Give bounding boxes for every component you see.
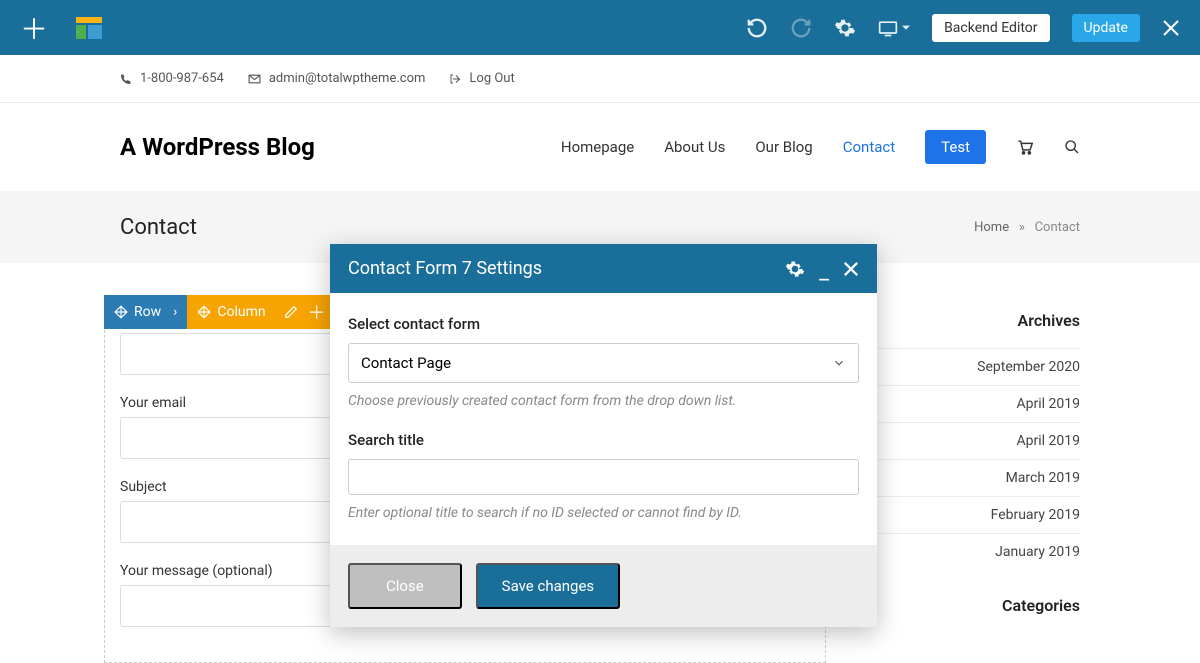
backend-editor-button[interactable]: Backend Editor	[932, 14, 1049, 42]
vc-column-actions: ＋	[276, 295, 334, 329]
modal-gear-icon[interactable]	[785, 259, 805, 279]
modal-header: Contact Form 7 Settings _	[330, 244, 877, 293]
logout-text: Log Out	[469, 71, 514, 86]
update-button[interactable]: Update	[1072, 14, 1140, 42]
search-title-input[interactable]	[348, 459, 859, 495]
gear-icon[interactable]	[834, 17, 856, 39]
archive-item[interactable]: April 2019	[850, 422, 1080, 459]
contact-form-select[interactable]: Contact Page	[348, 343, 859, 383]
site-title: A WordPress Blog	[120, 133, 315, 161]
envelope-icon	[248, 74, 261, 84]
chevron-right-icon: ›	[173, 304, 177, 320]
vc-controls: Row › Column ＋	[104, 295, 334, 329]
close-editor-icon[interactable]	[1162, 19, 1180, 37]
chevron-down-icon	[832, 356, 846, 370]
phone-text: 1-800-987-654	[140, 71, 224, 86]
select-value: Contact Page	[361, 354, 451, 372]
search-help-text: Enter optional title to search if no ID …	[348, 505, 859, 521]
archive-item[interactable]: February 2019	[850, 496, 1080, 533]
add-element-button[interactable]: ＋	[20, 8, 48, 48]
responsive-icon[interactable]	[878, 19, 910, 37]
breadcrumb-current: Contact	[1035, 220, 1080, 235]
breadcrumb: Home » Contact	[974, 220, 1080, 235]
modal-body: Select contact form Contact Page Choose …	[330, 293, 877, 545]
search-title-label: Search title	[348, 431, 859, 449]
pencil-icon[interactable]	[284, 305, 298, 319]
sidebar: Archives September 2020 April 2019 April…	[850, 311, 1080, 647]
email: admin@totalwptheme.com	[248, 71, 426, 86]
vc-column-handle[interactable]: Column	[187, 295, 275, 329]
modal-footer: Close Save changes	[330, 545, 877, 627]
modal-close-button[interactable]: Close	[348, 563, 462, 609]
categories-title: Categories	[850, 596, 1080, 615]
main-nav: A WordPress Blog Homepage About Us Our B…	[0, 103, 1200, 191]
modal-header-actions: _	[785, 259, 859, 279]
nav-homepage[interactable]: Homepage	[561, 138, 634, 156]
select-form-label: Select contact form	[348, 315, 859, 333]
plus-icon[interactable]: ＋	[308, 299, 326, 325]
move-icon	[114, 305, 128, 319]
archive-item[interactable]: April 2019	[850, 385, 1080, 422]
modal-minimize-icon[interactable]: _	[819, 260, 829, 278]
contact-info-bar: 1-800-987-654 admin@totalwptheme.com Log…	[0, 55, 1200, 103]
nav-contact[interactable]: Contact	[843, 138, 895, 156]
template-button[interactable]	[76, 17, 102, 39]
archive-item[interactable]: January 2019	[850, 533, 1080, 570]
breadcrumb-home[interactable]: Home	[974, 220, 1009, 235]
nav-menu: Homepage About Us Our Blog Contact Test	[561, 130, 1080, 164]
modal-close-icon[interactable]	[843, 261, 859, 277]
cart-icon[interactable]	[1016, 139, 1034, 155]
modal-title: Contact Form 7 Settings	[348, 258, 542, 279]
toolbar-right: Backend Editor Update	[746, 14, 1180, 42]
archives-title: Archives	[850, 311, 1080, 330]
email-text: admin@totalwptheme.com	[269, 71, 426, 86]
modal-save-button[interactable]: Save changes	[476, 563, 620, 609]
search-icon[interactable]	[1064, 139, 1080, 155]
admin-toolbar: ＋ Backend Editor Update	[0, 0, 1200, 55]
phone: 1-800-987-654	[120, 71, 224, 86]
settings-modal: Contact Form 7 Settings _ Select contact…	[330, 244, 877, 627]
toolbar-left: ＋	[20, 8, 102, 48]
archive-item[interactable]: September 2020	[850, 348, 1080, 385]
vc-row-handle[interactable]: Row ›	[104, 295, 187, 329]
phone-icon	[120, 73, 132, 85]
undo-icon[interactable]	[746, 17, 768, 39]
nav-blog[interactable]: Our Blog	[755, 138, 812, 156]
redo-icon	[790, 17, 812, 39]
nav-about[interactable]: About Us	[664, 138, 725, 156]
logout-link[interactable]: Log Out	[449, 71, 514, 86]
logout-icon	[449, 73, 461, 85]
select-help-text: Choose previously created contact form f…	[348, 393, 859, 409]
archive-item[interactable]: March 2019	[850, 459, 1080, 496]
move-icon	[197, 305, 211, 319]
nav-test-button[interactable]: Test	[925, 130, 986, 164]
page-title: Contact	[120, 215, 197, 240]
